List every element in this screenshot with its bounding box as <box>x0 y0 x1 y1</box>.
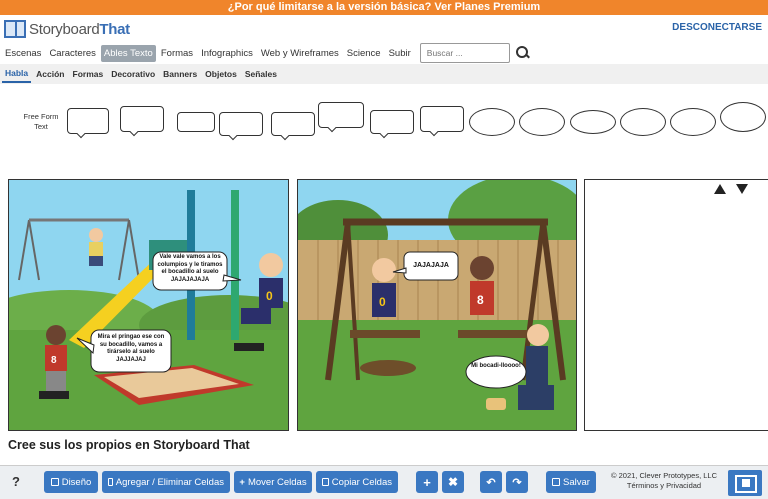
svg-text:0: 0 <box>379 295 386 309</box>
panel1-speech-text-2[interactable]: Mira el pringao ese con su bocadillo, va… <box>95 334 167 364</box>
save-button[interactable]: Salvar <box>546 471 596 493</box>
plus-icon: + <box>423 474 431 490</box>
scene-playground: 8 0 <box>9 180 288 430</box>
storyboard-cell-3[interactable] <box>584 179 768 431</box>
redo-button[interactable]: ↷ <box>506 471 528 493</box>
speech-bubble-rect[interactable] <box>177 112 215 132</box>
edit-icon <box>108 478 113 486</box>
scene-backyard: 0 8 <box>298 180 576 430</box>
copy-cells-button[interactable]: Copiar Celdas <box>316 471 398 493</box>
speech-bubble-rect[interactable] <box>120 106 164 137</box>
panel2-speech-text-2[interactable]: Mi bocadi-lloooo! <box>470 363 522 371</box>
speech-bubble-rect[interactable] <box>271 112 315 141</box>
speech-bubble-rect[interactable] <box>370 110 414 139</box>
logo-text: StoryboardThat <box>29 20 130 38</box>
bubble-tail <box>327 123 337 133</box>
tab-infographics[interactable]: Infographics <box>198 45 256 62</box>
subcategory-tabs: Habla Acción Formas Decorativo Banners O… <box>0 64 768 84</box>
add-remove-cells-button[interactable]: Agregar / Eliminar Celdas <box>102 471 230 493</box>
add-remove-label: Agregar / Eliminar Celdas <box>115 476 224 488</box>
terms-privacy-link[interactable]: Términos y Privacidad <box>608 481 720 491</box>
svg-text:8: 8 <box>477 293 484 307</box>
premium-promo-banner[interactable]: ¿Por qué limitarse a la versión básica? … <box>0 0 768 15</box>
speech-bubble-oval[interactable] <box>670 108 716 136</box>
fullscreen-icon[interactable] <box>728 470 762 496</box>
search-icon[interactable] <box>515 45 531 61</box>
tab-subir[interactable]: Subir <box>386 45 414 62</box>
speech-bubble-oval[interactable] <box>519 108 565 136</box>
subtab-banners[interactable]: Banners <box>160 66 200 82</box>
subtab-formas[interactable]: Formas <box>70 66 107 82</box>
panel1-speech-text-1[interactable]: Vale vale vamos a los columpios y le tir… <box>155 254 225 284</box>
svg-text:0: 0 <box>266 289 273 303</box>
redo-icon: ↷ <box>512 476 522 489</box>
remove-cell-button[interactable]: ✖ <box>442 471 464 493</box>
bubble-tail <box>280 131 290 141</box>
copy-icon <box>322 478 329 486</box>
tab-escenas[interactable]: Escenas <box>2 45 44 62</box>
panel2-speech-text-1[interactable]: JAJAJAJA <box>406 262 456 269</box>
move-cells-button[interactable]: + Mover Celdas <box>234 471 312 493</box>
subtab-habla[interactable]: Habla <box>2 65 32 83</box>
app-header: StoryboardThat DESCONECTARSE <box>0 15 768 42</box>
storyboard-cell-2[interactable]: 0 8 JAJAJAJA Mi bocadi-lloooo! <box>297 179 577 431</box>
speech-bubble-oval[interactable] <box>469 108 515 136</box>
storyboard-caption: Cree sus los propios en Storyboard That <box>8 438 250 452</box>
copyright-text: © 2021, Clever Prototypes, LLC Términos … <box>608 471 720 491</box>
speech-bubble-oval[interactable] <box>620 108 666 136</box>
layout-label: Diseño <box>61 476 92 488</box>
logo-icon <box>4 20 26 38</box>
logout-link[interactable]: DESCONECTARSE <box>672 22 762 33</box>
speech-bubble-palette: Free Form Text <box>0 84 768 172</box>
tab-science[interactable]: Science <box>344 45 384 62</box>
speech-bubble-oval[interactable] <box>720 102 766 132</box>
move-plus-icon: + <box>239 476 245 488</box>
scroll-down-icon[interactable] <box>736 184 748 194</box>
scroll-up-icon[interactable] <box>714 184 726 194</box>
help-button[interactable]: ? <box>12 474 20 489</box>
cell-scroll-controls <box>714 184 748 194</box>
bubble-tail <box>76 129 86 139</box>
storyboard-cell-1[interactable]: 8 0 Vale vale vamos a los columpios y le… <box>8 179 289 431</box>
cross-icon: ✖ <box>447 475 459 489</box>
copyright-line: © 2021, Clever Prototypes, LLC <box>611 471 717 480</box>
free-form-text-tool[interactable]: Free Form Text <box>18 112 64 132</box>
subtab-accion[interactable]: Acción <box>33 66 67 82</box>
tab-ables-texto[interactable]: Ables Texto <box>100 44 156 62</box>
speech-bubble-rect[interactable] <box>420 106 464 137</box>
tab-web-wireframes[interactable]: Web y Wireframes <box>258 45 342 62</box>
svg-text:8: 8 <box>51 355 57 366</box>
storyboardthat-logo[interactable]: StoryboardThat <box>4 19 130 39</box>
speech-bubble-rect[interactable] <box>318 102 364 133</box>
add-cell-button[interactable]: + <box>416 471 438 493</box>
search-input[interactable] <box>419 43 510 63</box>
save-label: Salvar <box>563 476 590 488</box>
category-tabs: Escenas Caracteres Ables Texto Formas In… <box>0 42 768 64</box>
bubble-tail <box>379 129 389 139</box>
speech-bubble-rect[interactable] <box>67 108 109 139</box>
save-icon <box>552 478 561 486</box>
tab-formas[interactable]: Formas <box>158 45 196 62</box>
copy-label: Copiar Celdas <box>331 476 392 488</box>
undo-icon: ↶ <box>486 476 496 489</box>
subtab-decorativo[interactable]: Decorativo <box>108 66 158 82</box>
move-label: Mover Celdas <box>247 476 307 488</box>
bottom-toolbar: ? Diseño Agregar / Eliminar Celdas + Move… <box>0 465 768 499</box>
bubble-tail <box>429 127 439 137</box>
subtab-senales[interactable]: Señales <box>242 66 280 82</box>
layout-icon <box>50 478 59 486</box>
bubble-tail <box>129 127 139 137</box>
speech-bubble-oval[interactable] <box>570 110 616 134</box>
tab-caracteres[interactable]: Caracteres <box>46 45 98 62</box>
undo-button[interactable]: ↶ <box>480 471 502 493</box>
subtab-objetos[interactable]: Objetos <box>202 66 240 82</box>
bubble-tail <box>228 131 238 141</box>
speech-bubble-rect[interactable] <box>219 112 263 141</box>
layout-button[interactable]: Diseño <box>44 471 98 493</box>
